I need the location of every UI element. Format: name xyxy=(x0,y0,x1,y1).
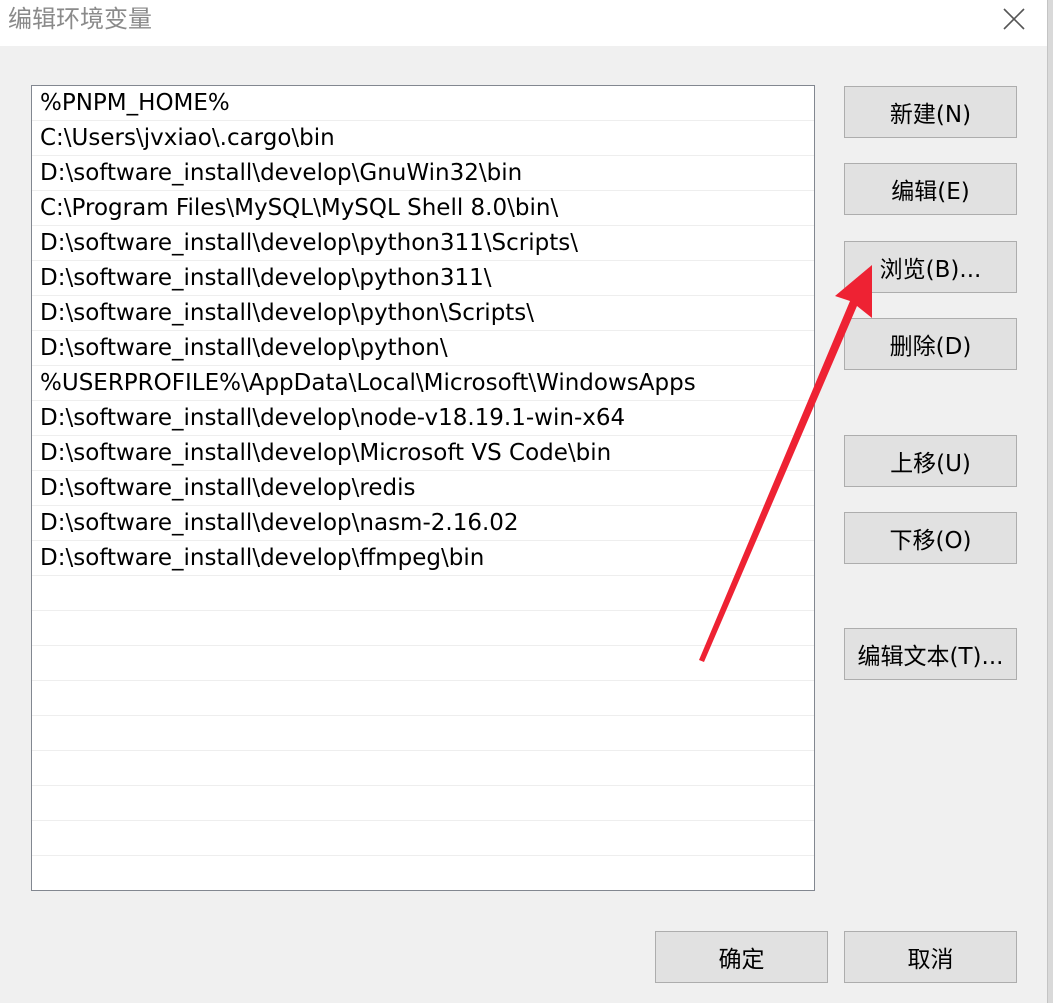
background-window-edge xyxy=(1047,0,1053,1003)
move-down-button[interactable]: 下移(O) xyxy=(844,512,1017,564)
list-item[interactable]: D:\software_install\develop\nasm-2.16.02 xyxy=(32,506,814,541)
edit-button[interactable]: 编辑(E) xyxy=(844,163,1017,215)
path-list[interactable]: %PNPM_HOME% C:\Users\jvxiao\.cargo\bin D:\… xyxy=(31,85,815,891)
list-item[interactable]: D:\software_install\develop\python\ xyxy=(32,331,814,366)
move-up-button[interactable]: 上移(U) xyxy=(844,435,1017,487)
list-item-empty[interactable] xyxy=(32,821,814,856)
browse-button[interactable]: 浏览(B)... xyxy=(844,241,1017,293)
close-icon xyxy=(1003,8,1025,30)
list-item-empty[interactable] xyxy=(32,611,814,646)
list-item[interactable]: C:\Program Files\MySQL\MySQL Shell 8.0\b… xyxy=(32,191,814,226)
edit-text-button[interactable]: 编辑文本(T)... xyxy=(844,628,1017,680)
list-item[interactable]: D:\software_install\develop\redis xyxy=(32,471,814,506)
list-item-empty[interactable] xyxy=(32,786,814,821)
list-item-empty[interactable] xyxy=(32,856,814,890)
list-item-empty[interactable] xyxy=(32,681,814,716)
delete-button[interactable]: 删除(D) xyxy=(844,318,1017,370)
list-item[interactable]: D:\software_install\develop\python\Scrip… xyxy=(32,296,814,331)
close-button[interactable] xyxy=(992,0,1036,38)
list-item-empty[interactable] xyxy=(32,576,814,611)
cancel-button[interactable]: 取消 xyxy=(844,931,1017,983)
list-item[interactable]: %USERPROFILE%\AppData\Local\Microsoft\Wi… xyxy=(32,366,814,401)
list-item[interactable]: C:\Users\jvxiao\.cargo\bin xyxy=(32,121,814,156)
list-item-empty[interactable] xyxy=(32,716,814,751)
list-item[interactable]: D:\software_install\develop\Microsoft VS… xyxy=(32,436,814,471)
window-title: 编辑环境变量 xyxy=(8,5,152,33)
list-item[interactable]: %PNPM_HOME% xyxy=(32,86,814,121)
list-item[interactable]: D:\software_install\develop\python311\Sc… xyxy=(32,226,814,261)
list-item-empty[interactable] xyxy=(32,646,814,681)
list-item[interactable]: D:\software_install\develop\GnuWin32\bin xyxy=(32,156,814,191)
list-item-empty[interactable] xyxy=(32,751,814,786)
ok-button[interactable]: 确定 xyxy=(655,931,828,983)
new-button[interactable]: 新建(N) xyxy=(844,86,1017,138)
list-item[interactable]: D:\software_install\develop\python311\ xyxy=(32,261,814,296)
title-bar: 编辑环境变量 xyxy=(0,0,1047,46)
list-item[interactable]: D:\software_install\develop\ffmpeg\bin xyxy=(32,541,814,576)
list-item[interactable]: D:\software_install\develop\node-v18.19.… xyxy=(32,401,814,436)
